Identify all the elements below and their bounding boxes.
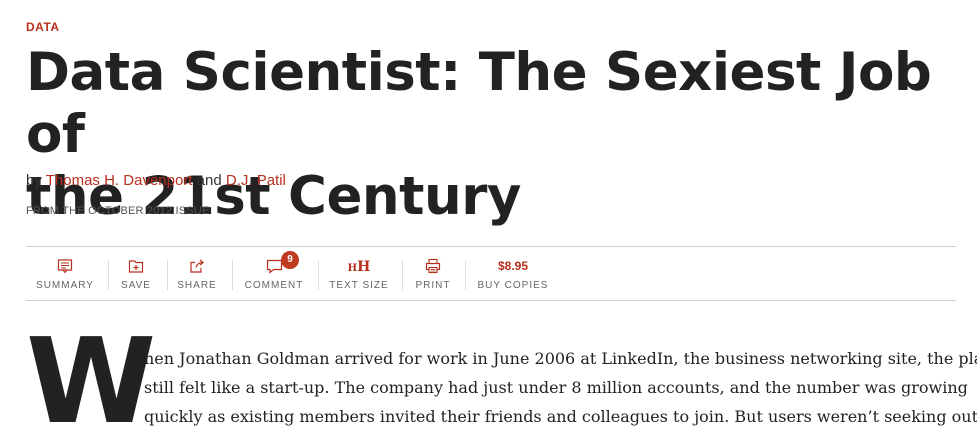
toolbar-divider	[108, 260, 109, 290]
byline: by Thomas H. Davenport and D.J. Patil	[26, 172, 286, 189]
comment-icon	[266, 258, 283, 274]
text-size-label: TEXT SIZE	[329, 279, 389, 291]
text-size-button[interactable]: HH TEXT SIZE	[328, 247, 390, 301]
topic-link[interactable]: DATA	[26, 20, 60, 34]
summary-label: SUMMARY	[36, 279, 94, 291]
comment-label: COMMENT	[244, 279, 304, 291]
comment-count-badge: 9	[281, 251, 299, 269]
byline-prefix: by	[26, 172, 42, 189]
drop-cap: W	[26, 312, 156, 435]
body-line: hen Jonathan Goldman arrived for work in…	[144, 349, 977, 368]
share-label: SHARE	[177, 279, 217, 291]
headline-line-1: Data Scientist: The Sexiest Job of	[26, 42, 932, 165]
save-button[interactable]: SAVE	[116, 247, 156, 301]
print-label: PRINT	[415, 279, 451, 291]
save-icon	[128, 258, 144, 274]
toolbar-divider	[167, 260, 168, 290]
author-link-patil[interactable]: D.J. Patil	[226, 172, 286, 189]
buy-price: $8.95	[497, 258, 529, 273]
buy-copies-button[interactable]: $8.95 BUY COPIES	[476, 247, 550, 301]
issue-label: FROM THE OCTOBER 2012 ISSUE	[26, 205, 210, 217]
summary-icon	[57, 258, 73, 274]
body-line: quickly as existing members invited thei…	[144, 407, 977, 426]
toolbar-divider	[318, 260, 319, 290]
byline-and: and	[196, 172, 222, 189]
article-headline: Data Scientist: The Sexiest Job of the 2…	[26, 42, 946, 228]
article-toolbar: SUMMARY SAVE SHARE COMMENT 9 HH TEXT SIZ…	[26, 246, 956, 301]
author-link-davenport[interactable]: Thomas H. Davenport	[46, 172, 193, 189]
body-line: still felt like a start-up. The company …	[144, 378, 968, 397]
toolbar-divider	[465, 260, 466, 290]
print-button[interactable]: PRINT	[412, 247, 454, 301]
buy-copies-label: BUY COPIES	[477, 279, 549, 291]
article-body: hen Jonathan Goldman arrived for work in…	[144, 344, 977, 431]
toolbar-divider	[232, 260, 233, 290]
share-icon	[189, 258, 205, 274]
share-button[interactable]: SHARE	[174, 247, 220, 301]
summary-button[interactable]: SUMMARY	[36, 247, 94, 301]
text-size-icon: HH	[347, 258, 371, 275]
toolbar-divider	[402, 260, 403, 290]
save-label: SAVE	[121, 279, 151, 291]
article-page: DATA Data Scientist: The Sexiest Job of …	[0, 0, 977, 435]
print-icon	[425, 258, 441, 274]
